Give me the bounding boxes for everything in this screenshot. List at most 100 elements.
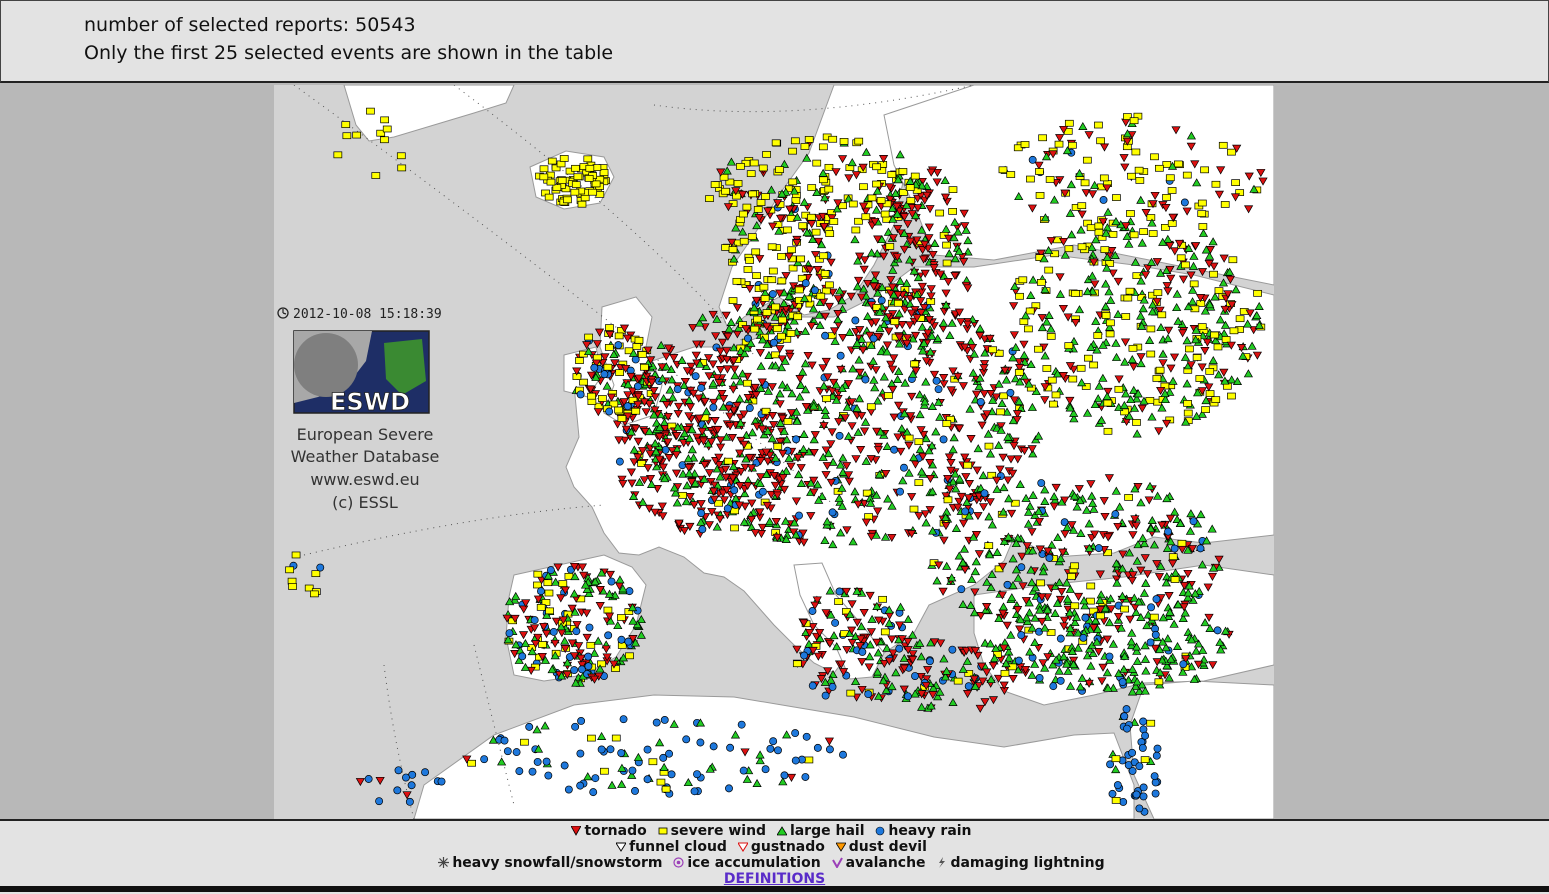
- severe-wind-marker[interactable]: [598, 395, 607, 402]
- severe-wind-marker[interactable]: [742, 203, 752, 211]
- severe-wind-marker[interactable]: [1101, 312, 1111, 319]
- severe-wind-marker[interactable]: [615, 369, 625, 376]
- severe-wind-marker[interactable]: [1064, 342, 1074, 349]
- severe-wind-marker[interactable]: [739, 237, 749, 245]
- severe-wind-marker[interactable]: [1047, 376, 1057, 384]
- severe-wind-marker[interactable]: [1132, 419, 1141, 426]
- severe-wind-marker[interactable]: [342, 132, 352, 140]
- heavy-rain-marker[interactable]: [1003, 580, 1012, 589]
- severe-wind-marker[interactable]: [539, 173, 549, 181]
- severe-wind-marker[interactable]: [632, 343, 642, 350]
- severe-wind-marker[interactable]: [1134, 166, 1144, 174]
- severe-wind-marker[interactable]: [777, 253, 786, 260]
- severe-wind-marker[interactable]: [743, 379, 752, 387]
- heavy-rain-marker[interactable]: [709, 403, 718, 412]
- severe-wind-marker[interactable]: [1026, 175, 1035, 183]
- severe-wind-marker[interactable]: [577, 200, 587, 208]
- severe-wind-marker[interactable]: [753, 315, 762, 323]
- heavy-rain-marker[interactable]: [1135, 804, 1144, 813]
- heavy-rain-marker[interactable]: [1164, 527, 1173, 536]
- heavy-rain-marker[interactable]: [1151, 630, 1160, 639]
- heavy-rain-marker[interactable]: [1196, 544, 1205, 553]
- severe-wind-marker[interactable]: [905, 184, 915, 191]
- severe-wind-marker[interactable]: [878, 595, 887, 603]
- severe-wind-marker[interactable]: [1162, 161, 1172, 168]
- heavy-rain-marker[interactable]: [932, 376, 941, 385]
- severe-wind-marker[interactable]: [1155, 366, 1165, 374]
- severe-wind-marker[interactable]: [752, 272, 761, 279]
- heavy-rain-marker[interactable]: [661, 445, 670, 454]
- heavy-rain-marker[interactable]: [925, 657, 934, 666]
- heavy-rain-marker[interactable]: [576, 781, 585, 790]
- severe-wind-marker[interactable]: [773, 443, 783, 450]
- heavy-rain-marker[interactable]: [572, 627, 581, 636]
- severe-wind-marker[interactable]: [1120, 605, 1129, 613]
- severe-wind-marker[interactable]: [762, 151, 771, 158]
- severe-wind-marker[interactable]: [761, 193, 770, 200]
- heavy-rain-marker[interactable]: [780, 771, 789, 780]
- severe-wind-marker[interactable]: [747, 233, 757, 240]
- heavy-rain-marker[interactable]: [407, 781, 416, 790]
- severe-wind-marker[interactable]: [819, 252, 829, 260]
- severe-wind-marker[interactable]: [804, 756, 814, 764]
- severe-wind-marker[interactable]: [732, 277, 742, 285]
- severe-wind-marker[interactable]: [738, 210, 748, 218]
- severe-wind-marker[interactable]: [984, 542, 994, 549]
- heavy-rain-marker[interactable]: [623, 402, 632, 411]
- heavy-rain-marker[interactable]: [825, 745, 834, 754]
- heavy-rain-marker[interactable]: [394, 766, 403, 775]
- heavy-rain-marker[interactable]: [1213, 626, 1222, 635]
- severe-wind-marker[interactable]: [625, 652, 634, 660]
- severe-wind-marker[interactable]: [848, 200, 858, 208]
- severe-wind-marker[interactable]: [1044, 266, 1054, 274]
- heavy-rain-marker[interactable]: [518, 652, 527, 661]
- heavy-rain-marker[interactable]: [697, 384, 706, 392]
- heavy-rain-marker[interactable]: [631, 787, 639, 795]
- severe-wind-marker[interactable]: [772, 325, 782, 333]
- severe-wind-marker[interactable]: [906, 197, 916, 204]
- severe-wind-marker[interactable]: [1189, 280, 1199, 288]
- severe-wind-marker[interactable]: [1051, 391, 1061, 399]
- heavy-rain-marker[interactable]: [1094, 544, 1103, 553]
- heavy-rain-marker[interactable]: [577, 717, 586, 725]
- severe-wind-marker[interactable]: [914, 438, 924, 446]
- severe-wind-marker[interactable]: [538, 641, 547, 648]
- severe-wind-marker[interactable]: [790, 137, 800, 145]
- heavy-rain-marker[interactable]: [835, 587, 844, 596]
- severe-wind-marker[interactable]: [884, 392, 893, 399]
- severe-wind-marker[interactable]: [948, 186, 958, 193]
- heavy-rain-marker[interactable]: [364, 775, 373, 783]
- heavy-rain-marker[interactable]: [1139, 783, 1148, 792]
- heavy-rain-marker[interactable]: [709, 742, 718, 751]
- heavy-rain-marker[interactable]: [723, 504, 732, 513]
- heavy-rain-marker[interactable]: [1028, 155, 1037, 164]
- severe-wind-marker[interactable]: [1064, 119, 1074, 127]
- heavy-rain-marker[interactable]: [667, 770, 676, 779]
- severe-wind-marker[interactable]: [1213, 343, 1223, 351]
- severe-wind-marker[interactable]: [1086, 582, 1096, 590]
- heavy-rain-marker[interactable]: [810, 286, 819, 295]
- heavy-rain-marker[interactable]: [769, 338, 778, 347]
- severe-wind-marker[interactable]: [371, 172, 381, 179]
- heavy-rain-marker[interactable]: [576, 749, 585, 758]
- severe-wind-marker[interactable]: [544, 193, 554, 201]
- heavy-rain-marker[interactable]: [617, 635, 626, 644]
- heavy-rain-marker[interactable]: [393, 786, 402, 795]
- severe-wind-marker[interactable]: [705, 195, 714, 202]
- heavy-rain-marker[interactable]: [604, 631, 613, 640]
- severe-wind-marker[interactable]: [787, 246, 796, 254]
- severe-wind-marker[interactable]: [804, 136, 814, 143]
- severe-wind-marker[interactable]: [285, 566, 294, 574]
- heavy-rain-marker[interactable]: [1111, 510, 1120, 519]
- heavy-rain-marker[interactable]: [652, 718, 661, 727]
- heavy-rain-marker[interactable]: [1170, 544, 1179, 553]
- heavy-rain-marker[interactable]: [1037, 479, 1046, 487]
- heavy-rain-marker[interactable]: [864, 690, 873, 699]
- heavy-rain-marker[interactable]: [542, 757, 551, 766]
- severe-wind-marker[interactable]: [872, 180, 881, 188]
- europe-severe-weather-map[interactable]: 2012-10-08 15:18:39 ESWD European Severe…: [274, 85, 1274, 819]
- severe-wind-marker[interactable]: [767, 276, 777, 284]
- severe-wind-marker[interactable]: [1167, 187, 1177, 194]
- severe-wind-marker[interactable]: [820, 270, 830, 277]
- severe-wind-marker[interactable]: [819, 176, 828, 184]
